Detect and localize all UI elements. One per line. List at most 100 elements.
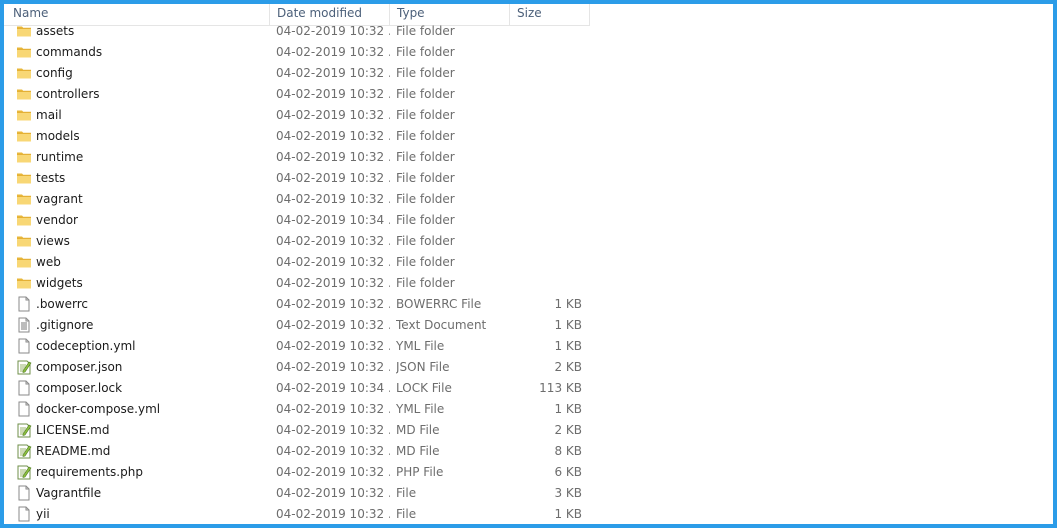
file-row[interactable]: LICENSE.md 04-02-2019 10:32 ... MD File 2 K… <box>4 420 1053 441</box>
file-type: MD File <box>396 423 440 437</box>
file-type: LOCK File <box>396 381 452 395</box>
file-row[interactable]: views 04-02-2019 10:32 ... File folder <box>4 231 1053 252</box>
file-type: File folder <box>396 129 455 143</box>
file-name: web <box>36 255 61 269</box>
file-row[interactable]: mail 04-02-2019 10:32 ... File folder <box>4 105 1053 126</box>
folder-icon <box>16 168 32 189</box>
file-size: 1 KB <box>554 507 582 521</box>
file-size <box>504 273 582 294</box>
file-size: 2 KB <box>554 423 582 437</box>
file-date-modified: 04-02-2019 10:34 ... <box>276 381 390 395</box>
file-size <box>504 42 582 63</box>
file-name: assets <box>36 24 75 38</box>
file-size: 113 KB <box>539 381 582 395</box>
notepadpp-file-icon <box>16 357 32 378</box>
file-row[interactable]: .bowerrc 04-02-2019 10:32 ... BOWERRC File… <box>4 294 1053 315</box>
file-row[interactable]: yii 04-02-2019 10:32 ... File 1 KB <box>4 504 1053 524</box>
file-date-modified: 04-02-2019 10:34 ... <box>276 213 390 227</box>
file-type: File folder <box>396 192 455 206</box>
file-date-modified: 04-02-2019 10:32 ... <box>276 171 390 185</box>
file-name: requirements.php <box>36 465 143 479</box>
file-row[interactable]: requirements.php 04-02-2019 10:32 ... PHP … <box>4 462 1053 483</box>
file-name: commands <box>36 45 103 59</box>
file-row[interactable]: vendor 04-02-2019 10:34 ... File folder <box>4 210 1053 231</box>
file-size <box>504 126 582 147</box>
file-row[interactable]: vagrant 04-02-2019 10:32 ... File folder <box>4 189 1053 210</box>
file-name: widgets <box>36 276 83 290</box>
file-date-modified: 04-02-2019 10:32 ... <box>276 192 390 206</box>
file-size <box>504 21 582 42</box>
file-row[interactable]: Vagrantfile 04-02-2019 10:32 ... File 3 KB <box>4 483 1053 504</box>
file-date-modified: 04-02-2019 10:32 ... <box>276 318 390 332</box>
file-date-modified: 04-02-2019 10:32 ... <box>276 108 390 122</box>
file-row[interactable]: codeception.yml 04-02-2019 10:32 ... YML F… <box>4 336 1053 357</box>
file-row[interactable]: web 04-02-2019 10:32 ... File folder <box>4 252 1053 273</box>
file-size <box>504 252 582 273</box>
folder-icon <box>16 189 32 210</box>
file-row[interactable]: composer.json 04-02-2019 10:32 ... JSON Fi… <box>4 357 1053 378</box>
file-date-modified: 04-02-2019 10:32 ... <box>276 45 390 59</box>
file-row[interactable]: widgets 04-02-2019 10:32 ... File folder <box>4 273 1053 294</box>
file-size: 1 KB <box>554 318 582 332</box>
file-size: 1 KB <box>554 339 582 353</box>
file-row[interactable]: models 04-02-2019 10:32 ... File folder <box>4 126 1053 147</box>
file-name: vendor <box>36 213 78 227</box>
file-name: tests <box>36 171 66 185</box>
file-size <box>504 189 582 210</box>
file-name: .bowerrc <box>36 297 88 311</box>
file-name: yii <box>36 507 50 521</box>
file-row[interactable]: composer.lock 04-02-2019 10:34 ... LOCK Fi… <box>4 378 1053 399</box>
blank-file-icon <box>16 504 32 524</box>
file-name: runtime <box>36 150 84 164</box>
folder-icon <box>16 84 32 105</box>
file-name: config <box>36 66 73 80</box>
file-type: File folder <box>396 276 455 290</box>
file-type: File <box>396 507 417 521</box>
file-type: JSON File <box>396 360 450 374</box>
file-row[interactable]: assets 04-02-2019 10:32 ... File folder <box>4 21 1053 42</box>
file-row[interactable]: commands 04-02-2019 10:32 ... File folder <box>4 42 1053 63</box>
file-type: File folder <box>396 108 455 122</box>
file-name: codeception.yml <box>36 339 136 353</box>
blank-file-icon <box>16 399 32 420</box>
file-type: BOWERRC File <box>396 297 482 311</box>
file-size <box>504 231 582 252</box>
folder-icon <box>16 63 32 84</box>
file-date-modified: 04-02-2019 10:32 ... <box>276 129 390 143</box>
blank-file-icon <box>16 378 32 399</box>
file-name: README.md <box>36 444 111 458</box>
file-size: 6 KB <box>554 465 582 479</box>
file-size <box>504 147 582 168</box>
file-row[interactable]: .gitignore 04-02-2019 10:32 ... Text Docum… <box>4 315 1053 336</box>
notepadpp-file-icon <box>16 420 32 441</box>
file-date-modified: 04-02-2019 10:32 ... <box>276 276 390 290</box>
file-name: .gitignore <box>36 318 94 332</box>
file-date-modified: 04-02-2019 10:32 ... <box>276 423 390 437</box>
file-row[interactable]: tests 04-02-2019 10:32 ... File folder <box>4 168 1053 189</box>
file-row[interactable]: README.md 04-02-2019 10:32 ... MD File 8 KB <box>4 441 1053 462</box>
file-name: composer.lock <box>36 381 123 395</box>
file-date-modified: 04-02-2019 10:32 ... <box>276 87 390 101</box>
file-size: 3 KB <box>554 486 582 500</box>
folder-icon <box>16 42 32 63</box>
file-type: File folder <box>396 234 455 248</box>
file-name: mail <box>36 108 62 122</box>
file-row[interactable]: controllers 04-02-2019 10:32 ... File fold… <box>4 84 1053 105</box>
file-size <box>504 105 582 126</box>
file-size <box>504 63 582 84</box>
file-type: File folder <box>396 171 455 185</box>
file-row[interactable]: config 04-02-2019 10:32 ... File folder <box>4 63 1053 84</box>
file-explorer-window: Name Date modified Type Size assets 04-02… <box>0 0 1057 528</box>
file-name: vagrant <box>36 192 83 206</box>
folder-icon <box>16 210 32 231</box>
file-row[interactable]: docker-compose.yml 04-02-2019 10:32 ... YM… <box>4 399 1053 420</box>
notepadpp-file-icon <box>16 441 32 462</box>
file-date-modified: 04-02-2019 10:32 ... <box>276 234 390 248</box>
folder-icon <box>16 105 32 126</box>
file-date-modified: 04-02-2019 10:32 ... <box>276 255 390 269</box>
folder-icon <box>16 273 32 294</box>
file-type: File folder <box>396 45 455 59</box>
file-row[interactable]: runtime 04-02-2019 10:32 ... File folder <box>4 147 1053 168</box>
file-date-modified: 04-02-2019 10:32 ... <box>276 486 390 500</box>
file-name: LICENSE.md <box>36 423 110 437</box>
